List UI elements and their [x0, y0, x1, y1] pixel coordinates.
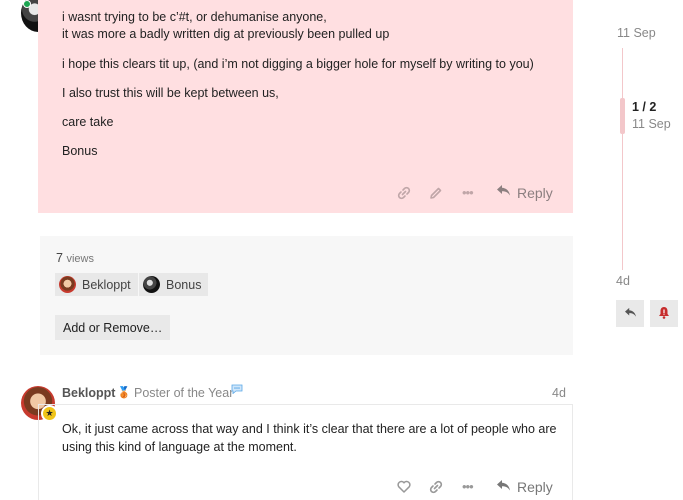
participant-chip-bonus[interactable]: Bonus [139, 273, 209, 296]
post-username[interactable]: Bekloppt [62, 386, 115, 400]
participant-name: Bonus [166, 277, 202, 292]
reply-button[interactable]: Reply [496, 184, 553, 201]
more-options-icon[interactable]: ••• [462, 185, 474, 200]
timeline-start-date[interactable]: 11 Sep [617, 26, 656, 40]
reply-label: Reply [517, 184, 553, 201]
post-body: Ok, it just came across that way and I t… [62, 422, 557, 454]
timeline-position-date: 11 Sep [632, 117, 671, 131]
post-line: i hope this clears tit up, (and i’m not … [62, 57, 534, 71]
reply-arrow-icon [624, 306, 637, 321]
post-line: i wasnt trying to be c’#t, or dehumanise… [62, 10, 327, 24]
timeline-end-date[interactable]: 4d [616, 274, 630, 288]
like-heart-icon[interactable] [397, 480, 411, 496]
reply-button[interactable]: Reply [496, 479, 553, 495]
edit-pencil-icon[interactable] [429, 186, 443, 203]
post-highlighted: i wasnt trying to be c’#t, or dehumanise… [38, 0, 573, 213]
reply-arrow-icon [496, 184, 511, 201]
post-line: care take [62, 115, 114, 129]
views-count: 7 views [56, 251, 94, 265]
post-line: Bonus [62, 144, 98, 158]
chat-bubble-icon [231, 384, 243, 397]
avatar [143, 276, 160, 293]
timeline-position: 1 / 2 [632, 100, 657, 114]
timeline-scroll-handle[interactable] [620, 98, 625, 134]
add-remove-button[interactable]: Add or Remove… [55, 315, 171, 340]
post-line: it was more a badly written dig at previ… [62, 27, 390, 41]
link-icon[interactable] [397, 186, 411, 203]
post-line: I also trust this will be kept between u… [62, 86, 279, 100]
topic-reply-button[interactable] [616, 300, 644, 327]
medal-icon: 🥉 [117, 387, 131, 399]
flag-button[interactable] [650, 300, 678, 327]
timeline-track[interactable] [622, 48, 623, 270]
online-status-dot [23, 0, 31, 8]
participant-name: Bekloppt [82, 277, 131, 292]
link-icon[interactable] [429, 480, 443, 497]
avatar [59, 276, 76, 293]
reply-label: Reply [517, 479, 553, 495]
participant-chip-bekloppt[interactable]: Bekloppt [55, 273, 138, 296]
bell-alert-icon [658, 306, 670, 322]
user-title: Poster of the Year [134, 386, 234, 400]
post-date[interactable]: 4d [552, 386, 566, 400]
more-options-icon[interactable]: ••• [462, 479, 474, 494]
participants-box: 7 views Bekloppt Bonus Add or Remove… [40, 236, 573, 355]
reply-arrow-icon [496, 479, 511, 495]
